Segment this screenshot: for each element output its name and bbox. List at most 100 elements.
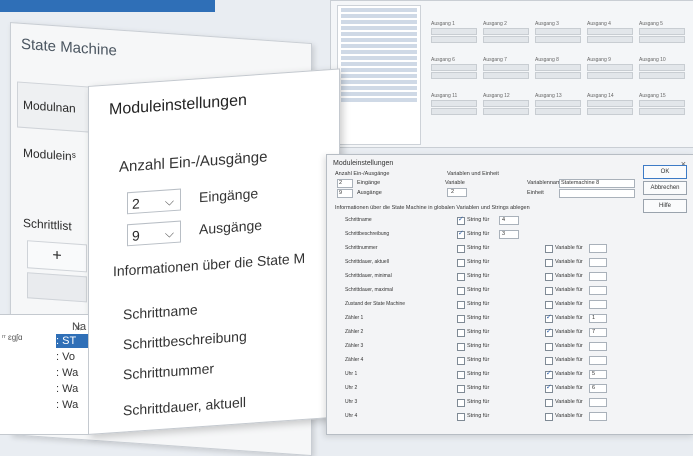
variable-checkbox[interactable] xyxy=(545,259,553,267)
variable-for-label: Variable für xyxy=(555,385,583,391)
unit-field[interactable] xyxy=(559,189,635,198)
string-value: 4 xyxy=(502,217,506,223)
output-group: Ausgang 10 xyxy=(639,57,685,85)
output-select[interactable] xyxy=(431,28,477,35)
variable-for-label: Variable für xyxy=(555,273,583,279)
string-checkbox[interactable] xyxy=(457,399,465,407)
variable-value-field[interactable] xyxy=(589,342,607,351)
output-select[interactable] xyxy=(587,100,633,107)
output-field[interactable] xyxy=(535,108,581,115)
output-select[interactable] xyxy=(431,100,477,107)
variable-value-field[interactable] xyxy=(589,272,607,281)
string-checkbox[interactable] xyxy=(457,315,465,323)
variable-value-field[interactable]: 5 xyxy=(589,370,607,379)
output-field[interactable] xyxy=(535,72,581,79)
string-value-field[interactable]: 3 xyxy=(499,230,519,239)
output-select[interactable] xyxy=(535,100,581,107)
variable-checkbox[interactable] xyxy=(545,343,553,351)
help-button[interactable]: Hilfe xyxy=(643,199,687,213)
cancel-button[interactable]: Abbrechen xyxy=(643,181,687,195)
string-value-field[interactable]: 4 xyxy=(499,216,519,225)
string-checkbox[interactable] xyxy=(457,413,465,421)
output-field[interactable] xyxy=(639,108,685,115)
output-group-label: Ausgang 7 xyxy=(483,57,507,63)
table-row[interactable]: : ST xyxy=(56,335,76,347)
variable-value-field[interactable] xyxy=(589,412,607,421)
variable-value-field[interactable]: 7 xyxy=(589,328,607,337)
output-select[interactable] xyxy=(431,64,477,71)
output-select[interactable] xyxy=(639,28,685,35)
string-checkbox[interactable] xyxy=(457,343,465,351)
variable-value-field[interactable] xyxy=(589,300,607,309)
output-group: Ausgang 14 xyxy=(587,93,633,121)
outputs-select[interactable]: 9 ⌵ xyxy=(127,220,181,247)
variable-checkbox[interactable] xyxy=(545,301,553,309)
variable-checkbox[interactable] xyxy=(545,399,553,407)
string-checkbox[interactable] xyxy=(457,385,465,393)
output-select[interactable] xyxy=(535,64,581,71)
output-field[interactable] xyxy=(587,36,633,43)
variable-checkbox[interactable] xyxy=(545,327,553,337)
variable-value-field[interactable] xyxy=(589,356,607,365)
output-field[interactable] xyxy=(483,36,529,43)
row-label: Uhr 4 xyxy=(345,413,358,419)
string-checkbox[interactable] xyxy=(457,287,465,295)
table-row[interactable]: : Wa xyxy=(56,367,78,379)
variable-checkbox[interactable] xyxy=(545,369,553,379)
output-field[interactable] xyxy=(587,108,633,115)
output-select[interactable] xyxy=(587,28,633,35)
output-select[interactable] xyxy=(483,100,529,107)
output-select[interactable] xyxy=(483,64,529,71)
output-select[interactable] xyxy=(483,28,529,35)
output-select[interactable] xyxy=(587,64,633,71)
output-group-label: Ausgang 9 xyxy=(587,57,611,63)
variable-checkbox[interactable] xyxy=(545,413,553,421)
string-checkbox[interactable] xyxy=(457,273,465,281)
string-checkbox[interactable] xyxy=(457,329,465,337)
variable-checkbox[interactable] xyxy=(545,383,553,393)
inputs-select[interactable]: 2 ⌵ xyxy=(127,188,181,215)
output-field[interactable] xyxy=(483,108,529,115)
output-select[interactable] xyxy=(535,28,581,35)
variable-checkbox[interactable] xyxy=(545,287,553,295)
variable-value-field[interactable] xyxy=(589,258,607,267)
variable-value-field[interactable] xyxy=(589,244,607,253)
row-label: Schrittbeschreibung xyxy=(345,231,390,237)
variable-checkbox[interactable] xyxy=(545,313,553,323)
variable-value-field[interactable]: 1 xyxy=(589,314,607,323)
output-field[interactable] xyxy=(587,72,633,79)
secondary-button[interactable] xyxy=(27,272,87,303)
variable-for-label: Variable für xyxy=(555,343,583,349)
output-select[interactable] xyxy=(639,64,685,71)
variable-checkbox[interactable] xyxy=(545,273,553,281)
inputs-value: 2 xyxy=(132,195,140,212)
output-field[interactable] xyxy=(431,108,477,115)
variable-value-field[interactable] xyxy=(589,398,607,407)
variable-value-field[interactable] xyxy=(589,286,607,295)
output-select[interactable] xyxy=(639,100,685,107)
output-field[interactable] xyxy=(483,72,529,79)
output-group: Ausgang 9 xyxy=(587,57,633,85)
string-checkbox[interactable] xyxy=(457,371,465,379)
table-row[interactable]: : Vo xyxy=(56,351,75,363)
ok-button[interactable]: OK xyxy=(643,165,687,179)
output-field[interactable] xyxy=(431,72,477,79)
variable-checkbox[interactable] xyxy=(545,357,553,365)
variable-value-field[interactable]: 6 xyxy=(589,384,607,393)
output-field[interactable] xyxy=(535,36,581,43)
table-row[interactable]: : Wa xyxy=(56,383,78,395)
string-checkbox[interactable] xyxy=(457,259,465,267)
variable-for-label: Variable für xyxy=(555,413,583,419)
string-checkbox[interactable] xyxy=(457,215,465,225)
variable-checkbox[interactable] xyxy=(545,245,553,253)
output-field[interactable] xyxy=(639,36,685,43)
variable-field[interactable] xyxy=(447,188,467,197)
string-checkbox[interactable] xyxy=(457,229,465,239)
table-row[interactable]: : Wa xyxy=(56,399,78,411)
add-step-button[interactable]: + xyxy=(27,240,87,273)
string-checkbox[interactable] xyxy=(457,301,465,309)
string-checkbox[interactable] xyxy=(457,245,465,253)
string-checkbox[interactable] xyxy=(457,357,465,365)
output-field[interactable] xyxy=(431,36,477,43)
output-field[interactable] xyxy=(639,72,685,79)
